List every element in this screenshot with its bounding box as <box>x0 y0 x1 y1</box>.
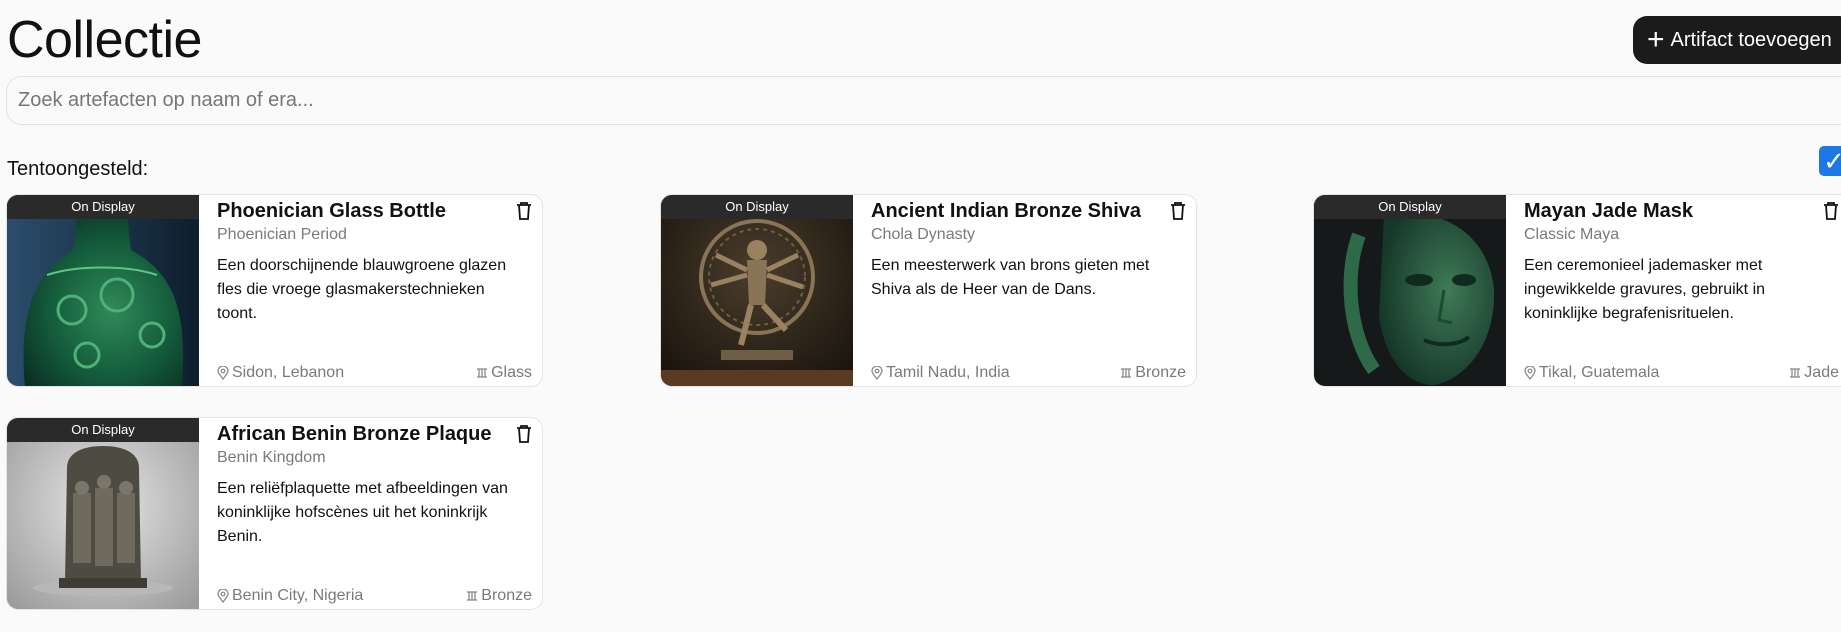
display-filter-label: Tentoongesteld: <box>7 158 149 180</box>
artifact-material: Jade <box>1789 364 1839 382</box>
artifact-card[interactable]: On Display Mayan Jade Mask Classic Maya … <box>1313 194 1841 387</box>
trash-icon[interactable] <box>515 201 533 221</box>
artifact-title: African Benin Bronze Plaque <box>217 423 492 445</box>
search-placeholder: Zoek artefacten op naam of era... <box>18 89 314 111</box>
trash-icon[interactable] <box>1822 201 1840 221</box>
location-text: Tikal, Guatemala <box>1539 364 1660 381</box>
search-input[interactable]: Zoek artefacten op naam of era... <box>6 76 1841 125</box>
display-badge: On Display <box>1314 195 1506 219</box>
artifact-era: Classic Maya <box>1524 226 1620 243</box>
map-pin-icon <box>217 366 229 380</box>
add-artifact-label: Artifact toevoegen <box>1670 28 1832 51</box>
artifact-image <box>1314 195 1506 386</box>
artifact-image <box>661 195 853 386</box>
material-text: Bronze <box>481 587 532 604</box>
artifact-location: Tikal, Guatemala <box>1524 364 1659 382</box>
checkmark-icon: ✓ <box>1823 146 1841 176</box>
display-filter-checkbox[interactable]: ✓ <box>1819 146 1841 176</box>
map-pin-icon <box>1524 366 1536 380</box>
add-artifact-button[interactable]: + Artifact toevoegen <box>1633 16 1841 64</box>
display-badge: On Display <box>661 195 853 219</box>
artifact-description: Een reliëfplaquette met afbeeldingen van… <box>217 480 508 545</box>
artifact-card[interactable]: On Display African Benin Bronze Plaque B… <box>6 417 543 610</box>
material-text: Bronze <box>1135 364 1186 381</box>
artifact-title: Mayan Jade Mask <box>1524 200 1693 222</box>
artifact-era: Phoenician Period <box>217 226 347 243</box>
artifact-description: Een ceremonieel jademasker met ingewikke… <box>1524 257 1766 322</box>
artifact-era: Chola Dynasty <box>871 226 976 243</box>
material-text: Glass <box>491 364 532 381</box>
page-title: Collectie <box>7 11 202 69</box>
map-pin-icon <box>871 366 883 380</box>
display-badge: On Display <box>7 418 199 442</box>
artifact-location: Benin City, Nigeria <box>217 587 363 605</box>
trash-icon[interactable] <box>515 424 533 444</box>
artifact-material: Bronze <box>1120 364 1186 382</box>
artifact-image <box>7 195 199 386</box>
artifact-location: Tamil Nadu, India <box>871 364 1010 382</box>
artifact-title: Phoenician Glass Bottle <box>217 200 446 222</box>
column-icon <box>467 591 478 601</box>
plus-icon: + <box>1647 23 1665 56</box>
artifact-description: Een meesterwerk van brons gieten met Shi… <box>871 257 1150 298</box>
material-text: Jade <box>1804 364 1839 381</box>
artifact-location: Sidon, Lebanon <box>217 364 344 382</box>
location-text: Sidon, Lebanon <box>232 364 345 381</box>
trash-icon[interactable] <box>1169 201 1187 221</box>
column-icon <box>1121 368 1132 378</box>
artifact-material: Bronze <box>466 587 532 605</box>
artifact-material: Glass <box>476 364 532 382</box>
location-text: Benin City, Nigeria <box>232 587 364 604</box>
artifact-card[interactable]: On Display Phoenician Glass Bottle Phoen… <box>6 194 543 387</box>
location-text: Tamil Nadu, India <box>886 364 1010 381</box>
column-icon <box>1790 368 1801 378</box>
map-pin-icon <box>217 589 229 603</box>
artifact-description: Een doorschijnende blauwgroene glazen fl… <box>217 257 507 322</box>
artifact-image <box>7 418 199 609</box>
artifact-era: Benin Kingdom <box>217 449 326 466</box>
column-icon <box>477 368 488 378</box>
artifact-title: Ancient Indian Bronze Shiva <box>871 200 1142 222</box>
artifact-card[interactable]: On Display Ancient Indian Bronze Shiva C… <box>660 194 1197 387</box>
display-badge: On Display <box>7 195 199 219</box>
